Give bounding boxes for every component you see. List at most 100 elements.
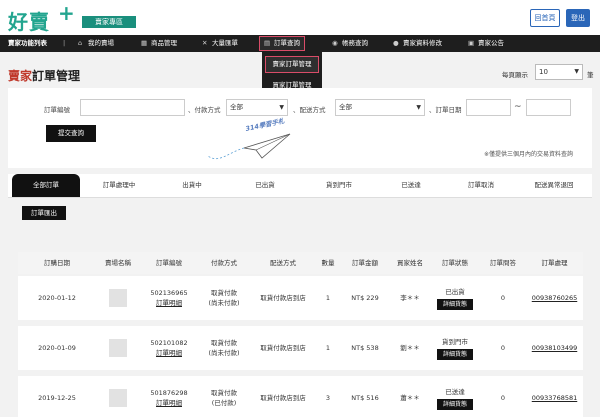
nav-item-label: 賣家公告 xyxy=(478,39,504,47)
shipping-value: 全部 xyxy=(339,103,352,111)
tab-returned[interactable]: 配送異常退回 xyxy=(516,174,592,197)
chevron-down-icon: ▼ xyxy=(574,68,579,75)
tab-all-orders[interactable]: 全部訂單 xyxy=(12,174,80,197)
nav-item-my-store[interactable]: ⌂ 我的賣場 xyxy=(78,35,114,52)
shipping-select[interactable]: 全部 ▼ xyxy=(335,99,425,116)
cell-amount: NT$ 516 xyxy=(351,394,379,402)
cell-qa: 0 xyxy=(500,394,506,402)
payment-method-text: 取貨付款 xyxy=(211,339,237,347)
home-button[interactable]: 回首頁 xyxy=(530,9,560,27)
nav-separator: | xyxy=(63,39,66,47)
cell-date: 2019-12-25 xyxy=(38,394,76,402)
cell-qty: 1 xyxy=(325,294,331,302)
shipment-number-link[interactable]: 00938760265 xyxy=(532,293,578,303)
cell-status: 已送達 詳細貨態 xyxy=(430,376,480,417)
main-nav: 賣家功能列表 | ⌂ 我的賣場 ▦ 商品管理 ✕ 大量匯單 ▤ 訂單查詢 ◉ 帳務查詢 ●… xyxy=(0,35,600,52)
order-detail-link[interactable]: 訂單明細 xyxy=(156,348,182,358)
payment-method-text: 取貨付款 xyxy=(211,389,237,397)
redacted-store-name xyxy=(109,339,127,357)
cell-store xyxy=(96,326,140,370)
payment-state-text: (已付款) xyxy=(211,399,237,407)
cell-qty: 1 xyxy=(325,344,331,352)
tab-shipped[interactable]: 已出貨 xyxy=(228,174,302,197)
table-row: 2019-12-25 501876298 訂單明細 取貨付款 (已付款) 取貨付… xyxy=(18,376,583,417)
tracking-detail-button[interactable]: 詳細貨態 xyxy=(436,398,473,410)
col-amount: 訂單金額 xyxy=(352,259,378,267)
cell-order-no: 501876298 訂單明細 xyxy=(140,376,198,417)
page-frame: 好賣 + 賣家專區 回首頁 登出 賣家功能列表 | ⌂ 我的賣場 ▦ 商品管理 ✕ 大… xyxy=(0,0,600,417)
col-buyer: 買家姓名 xyxy=(397,259,423,267)
submit-query-button[interactable]: 提交查詢 xyxy=(46,125,96,142)
payment-state-text: (尚未付款) xyxy=(208,299,240,307)
page-title-highlight: 賣家 xyxy=(8,69,33,83)
order-detail-link[interactable]: 訂單明細 xyxy=(156,398,182,408)
nav-item-order-query[interactable]: ▤ 訂單查詢 xyxy=(259,36,305,51)
order-date-label: 、訂單日期 xyxy=(429,106,462,114)
order-status-tabs: 全部訂單 訂單處理中 出貨中 已出貨 貨到門市 已送達 訂單取消 配送異常退回 xyxy=(8,174,592,198)
tab-delivered[interactable]: 已送達 xyxy=(376,174,446,197)
nav-item-products[interactable]: ▦ 商品管理 xyxy=(141,35,177,52)
col-quantity: 數量 xyxy=(321,259,335,267)
tracking-detail-button[interactable]: 詳細貨態 xyxy=(436,298,473,310)
tools-icon: ✕ xyxy=(202,39,208,47)
grid-icon: ▦ xyxy=(141,39,148,47)
tracking-detail-button[interactable]: 詳細貨態 xyxy=(436,348,473,360)
col-order-no: 訂單編號 xyxy=(156,259,182,267)
nav-item-label: 我的賣場 xyxy=(88,39,114,47)
cell-shipping: 取貨付款店到店 xyxy=(260,344,306,352)
cell-buyer: 李＊＊ xyxy=(400,294,420,302)
redacted-store-name xyxy=(109,289,127,307)
tab-cancelled[interactable]: 訂單取消 xyxy=(446,174,516,197)
chevron-down-icon: ▼ xyxy=(279,104,284,111)
col-qa: 訂單問答 xyxy=(490,259,516,267)
order-detail-link[interactable]: 訂單明細 xyxy=(156,298,182,308)
date-from-input[interactable] xyxy=(466,99,511,116)
per-page-value: 10 xyxy=(539,68,548,76)
order-no-input[interactable] xyxy=(80,99,185,116)
cell-order-no: 502136965 訂單明細 xyxy=(140,276,198,320)
shipping-label: 、配送方式 xyxy=(293,106,326,114)
date-range-separator: ~ xyxy=(514,102,522,112)
cell-qa: 0 xyxy=(500,344,506,352)
query-range-note: ※僅提供三個月內的交易資料查詢 xyxy=(484,151,574,158)
doc-icon: ▣ xyxy=(468,39,475,47)
payment-select[interactable]: 全部 ▼ xyxy=(226,99,288,116)
shipment-number-link[interactable]: 00938103499 xyxy=(532,343,578,353)
table-header: 訂購日期 賣場名稱 訂單編號 付款方式 配送方式 數量 訂單金額 買家姓名 訂單… xyxy=(18,252,583,274)
cell-qa: 0 xyxy=(500,294,506,302)
nav-item-label: 訂單查詢 xyxy=(274,39,300,47)
cell-buyer: 劉＊＊ xyxy=(400,344,420,352)
col-order-date: 訂購日期 xyxy=(44,259,70,267)
tab-arrived-store[interactable]: 貨到門市 xyxy=(302,174,376,197)
cell-payment: 取貨付款 (尚未付款) xyxy=(198,326,250,370)
search-panel: 訂單編號 、付款方式 全部 ▼ 、配送方式 全部 ▼ 、訂單日期 ~ 提交查詢 … xyxy=(8,88,592,168)
seller-zone-badge: 賣家專區 xyxy=(82,16,136,28)
nav-item-label: 帳務查詢 xyxy=(342,39,368,47)
shipment-number-link[interactable]: 00933768581 xyxy=(532,393,578,403)
cell-handling: 00938760265 xyxy=(526,276,583,320)
payment-state-text: (尚未付款) xyxy=(208,349,240,357)
logout-button[interactable]: 登出 xyxy=(566,9,590,27)
coin-icon: ◉ xyxy=(332,39,338,47)
status-text: 貨到門市 xyxy=(442,337,468,346)
export-orders-button[interactable]: 訂單匯出 xyxy=(22,206,66,220)
nav-item-label: 大量匯單 xyxy=(212,39,238,47)
nav-item-seller-profile[interactable]: ● 賣家資料修改 xyxy=(393,35,442,52)
cell-order-no: 502101082 訂單明細 xyxy=(140,326,198,370)
per-page-select[interactable]: 10 ▼ xyxy=(535,64,583,80)
date-to-input[interactable] xyxy=(526,99,571,116)
chevron-down-icon: ▼ xyxy=(416,104,421,111)
cell-buyer: 蕭＊＊ xyxy=(400,394,420,402)
nav-item-bulk-import[interactable]: ✕ 大量匯單 xyxy=(202,35,238,52)
cell-date: 2020-01-12 xyxy=(38,294,76,302)
nav-item-announcements[interactable]: ▣ 賣家公告 xyxy=(468,35,504,52)
logo-plus-icon: + xyxy=(58,1,75,25)
tab-processing[interactable]: 訂單處理中 xyxy=(84,174,154,197)
cell-shipping: 取貨付款店到店 xyxy=(260,394,306,402)
nav-item-accounting[interactable]: ◉ 帳務查詢 xyxy=(332,35,368,52)
paper-plane-icon xyxy=(207,133,291,160)
cell-date: 2020-01-09 xyxy=(38,344,76,352)
site-logo[interactable]: 好賣 xyxy=(8,6,50,35)
dropdown-item-seller-orders[interactable]: 賣家訂單管理 xyxy=(265,56,319,73)
tab-shipping[interactable]: 出貨中 xyxy=(156,174,228,197)
